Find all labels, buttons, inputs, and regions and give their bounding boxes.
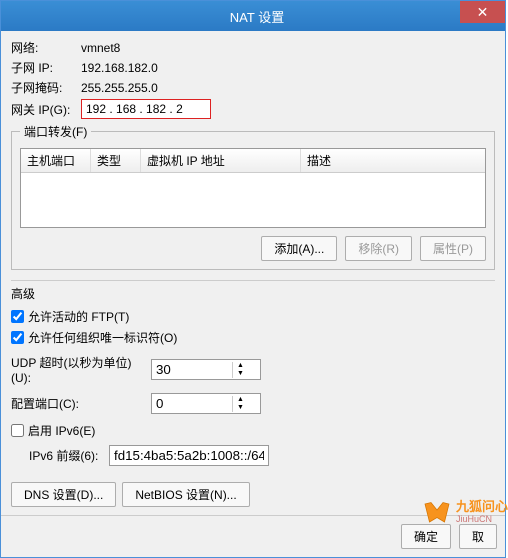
watermark-en: JiuHuCN	[456, 513, 508, 525]
network-value: vmnet8	[81, 41, 120, 55]
ftp-label: 允许活动的 FTP(T)	[28, 308, 129, 325]
mask-label: 子网掩码:	[11, 79, 81, 96]
org-label: 允许任何组织唯一标识符(O)	[28, 329, 177, 346]
mask-value: 255.255.255.0	[81, 81, 158, 95]
gateway-input[interactable]: 192 . 168 . 182 . 2	[81, 99, 211, 119]
config-port-label: 配置端口(C):	[11, 395, 151, 412]
fox-icon	[422, 501, 452, 525]
window-title: NAT 设置	[9, 7, 505, 26]
properties-button: 属性(P)	[420, 236, 486, 261]
gateway-label: 网关 IP(G):	[11, 101, 81, 118]
add-button[interactable]: 添加(A)...	[261, 236, 337, 261]
port-forward-table[interactable]: 主机端口 类型 虚拟机 IP 地址 描述	[20, 148, 486, 228]
udp-timeout-field[interactable]	[152, 360, 232, 379]
advanced-header: 高级	[11, 280, 495, 302]
network-label: 网络:	[11, 39, 81, 56]
port-forward-legend: 端口转发(F)	[20, 123, 91, 140]
col-desc[interactable]: 描述	[301, 149, 485, 172]
ipv6-checkbox[interactable]	[11, 424, 24, 437]
udp-timeout-label: UDP 超时(以秒为单位)(U):	[11, 354, 151, 385]
spin-up-icon[interactable]: ▲	[233, 362, 248, 370]
ok-button[interactable]: 确定	[401, 524, 451, 549]
org-checkbox[interactable]	[11, 331, 24, 344]
subnet-label: 子网 IP:	[11, 59, 81, 76]
netbios-settings-button[interactable]: NetBIOS 设置(N)...	[122, 482, 249, 507]
close-button[interactable]: ✕	[460, 1, 505, 23]
spin-up-icon[interactable]: ▲	[233, 396, 248, 404]
port-forward-group: 端口转发(F) 主机端口 类型 虚拟机 IP 地址 描述 添加(A)... 移除…	[11, 123, 495, 270]
ipv6-prefix-label: IPv6 前缀(6):	[29, 447, 109, 464]
ipv6-prefix-input[interactable]	[109, 445, 269, 466]
col-host-port[interactable]: 主机端口	[21, 149, 91, 172]
remove-button: 移除(R)	[345, 236, 412, 261]
spin-down-icon[interactable]: ▼	[233, 370, 248, 378]
ipv6-label: 启用 IPv6(E)	[28, 422, 95, 439]
col-vm-ip[interactable]: 虚拟机 IP 地址	[141, 149, 301, 172]
watermark: 九狐问心JiuHuCN	[422, 501, 508, 525]
spin-down-icon[interactable]: ▼	[233, 404, 248, 412]
subnet-value: 192.168.182.0	[81, 61, 158, 75]
close-icon: ✕	[477, 4, 489, 21]
cancel-button[interactable]: 取	[459, 524, 497, 549]
config-port-field[interactable]	[152, 394, 232, 413]
ftp-checkbox[interactable]	[11, 310, 24, 323]
titlebar[interactable]: NAT 设置 ✕	[1, 1, 505, 31]
udp-timeout-input[interactable]: ▲▼	[151, 359, 261, 380]
col-type[interactable]: 类型	[91, 149, 141, 172]
dns-settings-button[interactable]: DNS 设置(D)...	[11, 482, 116, 507]
watermark-cn: 九狐问心	[456, 501, 508, 513]
config-port-input[interactable]: ▲▼	[151, 393, 261, 414]
